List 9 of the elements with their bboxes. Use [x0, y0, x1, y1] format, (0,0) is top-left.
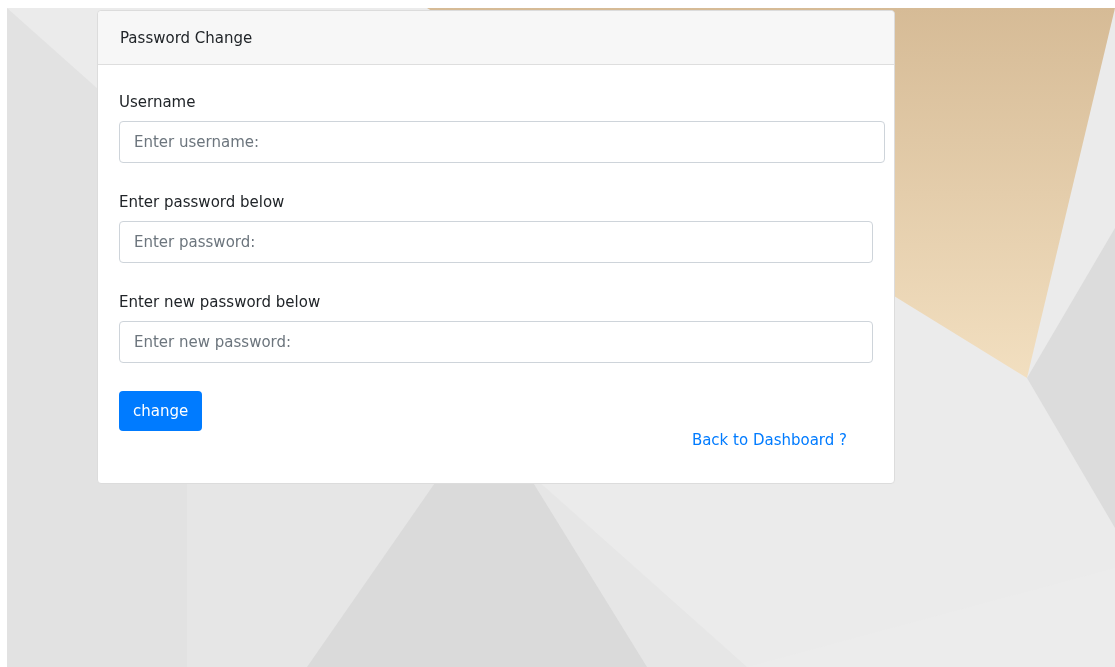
dashboard-link[interactable]: Back to Dashboard ? [691, 431, 847, 449]
input-field[interactable]: Enter username: [119, 121, 885, 163]
field-label: Enter new password below [119, 293, 321, 311]
field-label: Username [119, 93, 196, 111]
field-label: Enter password below [119, 193, 285, 211]
change-button[interactable]: change [119, 391, 203, 431]
input-field[interactable]: Enter password: [119, 221, 873, 263]
card-title: Password Change [98, 11, 894, 65]
input-field[interactable]: Enter new password: [119, 321, 873, 363]
